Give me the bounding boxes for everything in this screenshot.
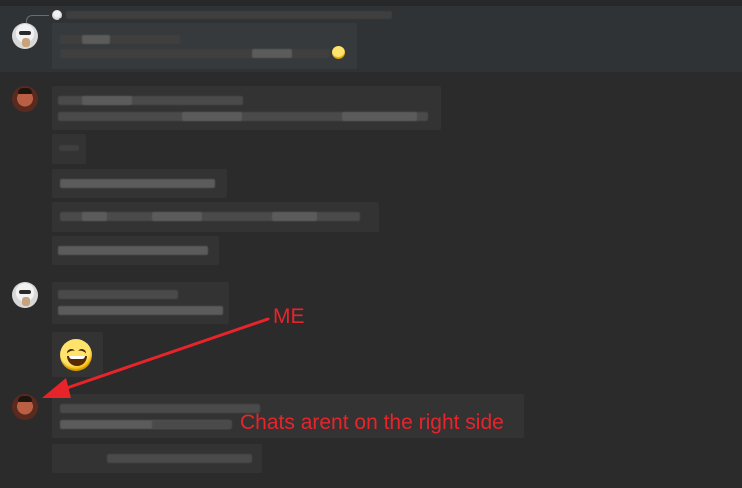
message-text xyxy=(58,246,208,255)
message-bubble[interactable] xyxy=(52,202,379,232)
my-avatar[interactable] xyxy=(12,394,38,420)
message-text xyxy=(342,112,417,121)
emoji-mouth xyxy=(67,356,87,366)
message-bubble[interactable] xyxy=(52,86,441,130)
message-text xyxy=(58,290,178,299)
message-text xyxy=(59,145,79,151)
message-text xyxy=(82,96,132,105)
grinning-squinting-face-icon xyxy=(60,339,92,371)
message-text xyxy=(60,179,215,188)
message-text xyxy=(107,454,252,463)
message-bubble[interactable] xyxy=(52,444,262,473)
contact-avatar[interactable] xyxy=(12,23,38,49)
annotation-note-label: Chats arent on the right side xyxy=(240,411,504,434)
message-bubble[interactable] xyxy=(52,23,357,69)
message-bubble[interactable] xyxy=(52,169,227,198)
smiling-face-icon xyxy=(332,46,345,59)
message-bubble[interactable] xyxy=(52,332,103,377)
message-text xyxy=(152,420,232,429)
message-text xyxy=(82,212,107,221)
reply-avatar xyxy=(52,10,62,20)
message-text xyxy=(252,49,292,58)
message-text xyxy=(60,35,180,44)
message-bubble[interactable] xyxy=(52,236,219,265)
message-text xyxy=(82,35,110,44)
message-text xyxy=(152,212,202,221)
contact-avatar[interactable] xyxy=(12,282,38,308)
message-bubble[interactable] xyxy=(52,282,229,324)
message-text xyxy=(182,112,242,121)
message-text xyxy=(272,212,317,221)
user-avatar[interactable] xyxy=(12,86,38,112)
reply-preview-text xyxy=(66,11,392,19)
annotation-me-label: ME xyxy=(273,305,305,328)
message-text xyxy=(58,306,223,315)
message-bubble[interactable] xyxy=(52,134,86,164)
message-text xyxy=(60,404,260,413)
